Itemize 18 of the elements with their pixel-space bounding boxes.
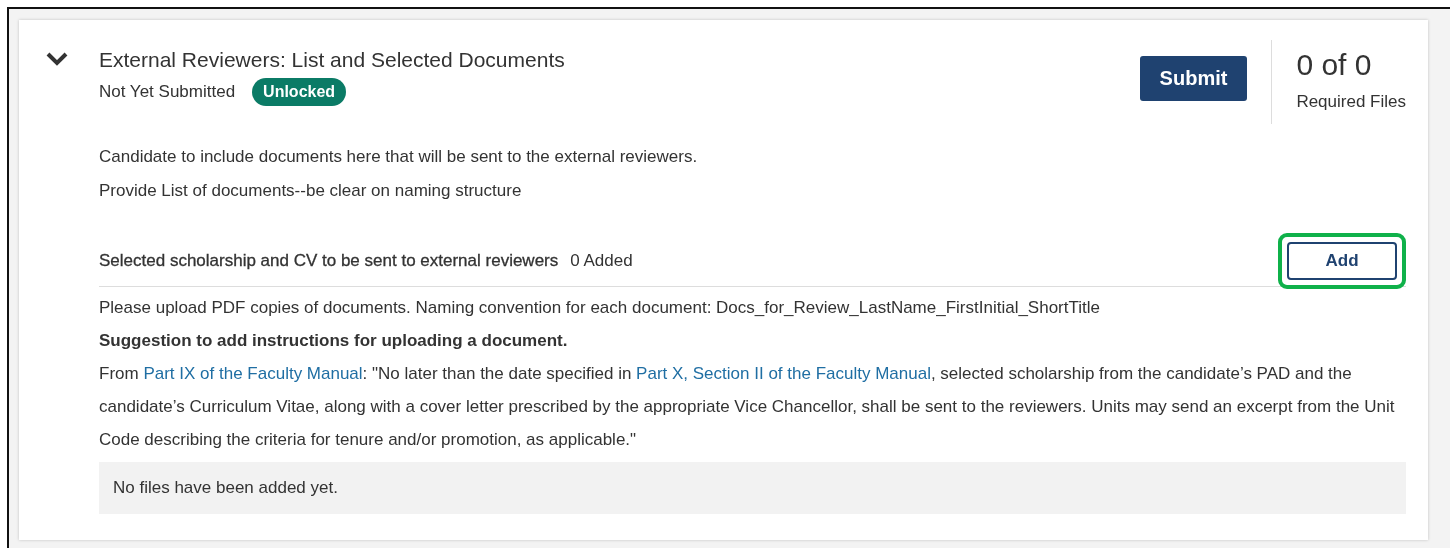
manual-link[interactable]: Part IX of the Faculty Manual — [143, 364, 363, 383]
submit-button[interactable]: Submit — [1139, 56, 1248, 101]
section-title: External Reviewers: List and Selected Documents — [99, 48, 566, 72]
status-badge: Unlocked — [252, 78, 347, 106]
instructions-text: Please upload PDF copies of documents. Naming convention for each document: Docs_for_Review_LastName_FirstInitial_ShortTitle — [99, 297, 1101, 319]
empty-message: No files have been added yet. — [113, 478, 338, 497]
added-count: 0 Added — [570, 251, 633, 271]
required-files-count: 0 of 0 — [1296, 48, 1373, 82]
description-text: Candidate to include documents here that will be sent to the external reviewers. — [99, 146, 699, 168]
requirement-title: Selected scholarship and CV to be sent to external reviewers — [99, 251, 559, 271]
required-files-label: Required Files — [1296, 92, 1406, 112]
chevron-down-icon[interactable] — [45, 51, 69, 67]
status-text: Not Yet Submitted — [99, 82, 236, 102]
description-text: Provide List of documents--be clear on naming structure — [99, 180, 523, 202]
add-button[interactable]: Add — [1287, 242, 1397, 280]
manual-link[interactable]: Part X, Section II of the Faculty Manual — [636, 364, 931, 383]
quote-paragraph: From Part IX of the Faculty Manual: "No later than the date specified in Part X, Section II of the Faculty Manual, selected scholarship from the candidate’s PAD and the candidate’s Curriculum Vitae, along with a cover letter prescribed by the appropriate Vice Chancellor, shall be sent to the reviewers. Units may send an excerpt from the Unit Code describing the criteria for tenure and/or promotion, as applicable." — [99, 363, 1396, 451]
suggestion-text: Suggestion to add instructions for uploading a document. — [99, 330, 569, 352]
